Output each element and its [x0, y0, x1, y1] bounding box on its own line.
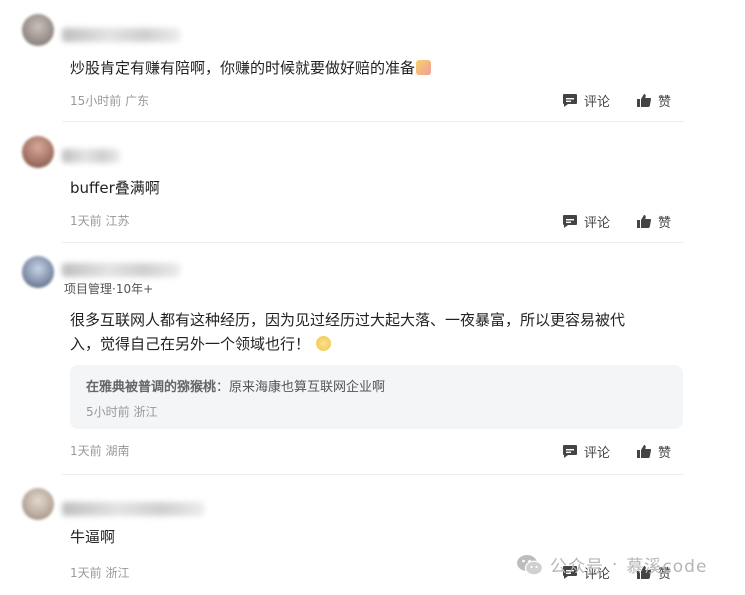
- like-button[interactable]: 赞: [636, 91, 671, 110]
- avatar[interactable]: [22, 14, 54, 46]
- comment-text: 牛逼啊: [70, 528, 116, 546]
- wechat-icon: [517, 554, 544, 575]
- comment-text: 很多互联网人都有这种经历，因为见过经历过大起大落、一夜暴富，所以更容易被代 入，…: [70, 311, 626, 353]
- like-button[interactable]: 赞: [636, 212, 671, 231]
- thumbs-up-icon: [637, 215, 652, 229]
- username-blurred[interactable]: [62, 28, 180, 42]
- watermark-name: 慕溪code: [626, 557, 708, 577]
- avatar[interactable]: [22, 256, 54, 288]
- comment-icon: [563, 445, 577, 458]
- nested-reply-time: 5小时前: [86, 405, 130, 419]
- comment-meta: 1天前 江苏: [70, 212, 129, 229]
- comment-meta: 1天前 湖南: [70, 442, 129, 459]
- like-label: 赞: [658, 446, 672, 461]
- comment-region: 浙江: [105, 566, 130, 580]
- thumbs-up-icon: [637, 445, 652, 459]
- reply-button[interactable]: 评论: [562, 91, 610, 110]
- user-tag: 项目管理·10年+: [64, 282, 154, 296]
- comment-time: 15小时前: [70, 94, 122, 108]
- comment-item: 项目管理·10年+ 很多互联网人都有这种经历，因为见过经历过大起大落、一夜暴富，…: [0, 242, 745, 476]
- like-button[interactable]: 赞: [636, 442, 671, 461]
- thumbs-up-icon: [637, 94, 652, 108]
- reply-label: 评论: [584, 216, 611, 231]
- party-emoji-icon: [416, 60, 432, 75]
- comment-region: 湖南: [105, 444, 130, 458]
- nested-reply-user[interactable]: 在雅典被普调的猕猴桃: [86, 380, 216, 395]
- watermark: 公众号 · 慕溪code: [516, 552, 707, 577]
- comment-region: 江苏: [105, 214, 130, 228]
- like-label: 赞: [658, 216, 672, 231]
- comment-text: buffer叠满啊: [70, 179, 160, 197]
- comment-icon: [563, 94, 577, 107]
- reply-label: 评论: [584, 95, 611, 110]
- comment-item: 牛逼啊 1天前 浙江 评论 赞: [0, 476, 745, 595]
- smile-emoji-icon: [316, 336, 332, 351]
- reply-button[interactable]: 评论: [562, 442, 610, 461]
- username-blurred[interactable]: [62, 502, 204, 516]
- nested-reply-meta: 5小时前 浙江: [86, 403, 157, 420]
- nested-reply[interactable]: 在雅典被普调的猕猴桃：原来海康也算互联网企业啊 5小时前 浙江: [70, 365, 683, 429]
- comment-item: 炒股肯定有赚有陪啊，你赚的时候就要做好赔的准备 15小时前 广东 评论 赞: [0, 0, 745, 122]
- reply-label: 评论: [584, 446, 611, 461]
- comment-actions: 评论 赞: [562, 442, 671, 461]
- comment-text: 炒股肯定有赚有陪啊，你赚的时候就要做好赔的准备: [70, 56, 670, 80]
- avatar[interactable]: [22, 136, 54, 168]
- avatar[interactable]: [22, 488, 54, 520]
- username-blurred[interactable]: [62, 263, 180, 277]
- comment-time: 1天前: [70, 214, 102, 228]
- username-blurred[interactable]: [62, 149, 120, 163]
- comment-meta: 15小时前 广东: [70, 92, 149, 109]
- comment-actions: 评论 赞: [562, 91, 671, 110]
- nested-reply-text: 原来海康也算互联网企业啊: [229, 380, 386, 395]
- comment-icon: [563, 215, 577, 228]
- comment-actions: 评论 赞: [562, 212, 671, 231]
- reply-button[interactable]: 评论: [562, 212, 610, 231]
- comment-time: 1天前: [70, 566, 102, 580]
- watermark-label: 公众号: [550, 557, 604, 577]
- comment-time: 1天前: [70, 444, 102, 458]
- like-label: 赞: [658, 95, 672, 110]
- comment-meta: 1天前 浙江: [70, 564, 129, 581]
- nested-reply-region: 浙江: [133, 405, 158, 419]
- comment-region: 广东: [125, 94, 150, 108]
- comment-item: buffer叠满啊 1天前 江苏 评论 赞: [0, 122, 745, 244]
- divider: [62, 474, 684, 475]
- nested-reply-line: 在雅典被普调的猕猴桃：原来海康也算互联网企业啊: [86, 380, 386, 395]
